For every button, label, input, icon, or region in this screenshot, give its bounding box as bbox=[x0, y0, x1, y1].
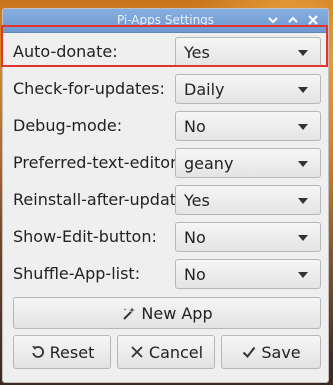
setting-label: Show-Edit-button: bbox=[13, 227, 157, 246]
settings-window: Pi-Apps Settings Auto-donate: Yes Check-… bbox=[2, 8, 329, 383]
maximize-button[interactable] bbox=[285, 12, 301, 28]
setting-label: Preferred-text-editor: bbox=[13, 153, 182, 172]
setting-dropdown-check-for-updates[interactable]: Daily bbox=[175, 74, 321, 104]
setting-dropdown-debug-mode[interactable]: No bbox=[175, 111, 321, 141]
minimize-button[interactable] bbox=[265, 12, 281, 28]
setting-dropdown-preferred-text-editor[interactable]: geany bbox=[175, 148, 321, 178]
dropdown-value: No bbox=[184, 117, 206, 136]
dropdown-value: No bbox=[184, 265, 206, 284]
setting-dropdown-reinstall-after-update[interactable]: Yes bbox=[175, 185, 321, 215]
dropdown-arrow-icon bbox=[298, 50, 308, 56]
new-app-button[interactable]: New App bbox=[13, 297, 321, 329]
setting-row-debug-mode: Debug-mode: No bbox=[13, 111, 325, 141]
dropdown-value: No bbox=[184, 228, 206, 247]
reset-button[interactable]: Reset bbox=[13, 335, 111, 369]
setting-row-preferred-text-editor: Preferred-text-editor: geany bbox=[13, 148, 325, 178]
magic-wand-icon bbox=[123, 307, 136, 320]
setting-row-auto-donate: Auto-donate: Yes bbox=[13, 37, 325, 67]
dropdown-arrow-icon bbox=[298, 272, 308, 278]
title-bar[interactable]: Pi-Apps Settings bbox=[3, 9, 328, 33]
save-label: Save bbox=[261, 342, 301, 362]
close-icon bbox=[131, 346, 143, 358]
dropdown-arrow-icon bbox=[298, 87, 308, 93]
new-app-label: New App bbox=[141, 303, 213, 323]
setting-row-check-for-updates: Check-for-updates: Daily bbox=[13, 74, 325, 104]
setting-dropdown-shuffle-app-list[interactable]: No bbox=[175, 259, 321, 289]
setting-row-shuffle-app-list: Shuffle-App-list: No bbox=[13, 259, 325, 289]
setting-dropdown-auto-donate[interactable]: Yes bbox=[175, 37, 321, 67]
checkmark-icon bbox=[243, 346, 256, 359]
close-button[interactable] bbox=[305, 12, 321, 28]
dropdown-arrow-icon bbox=[298, 161, 308, 167]
dropdown-value: geany bbox=[184, 154, 234, 173]
dropdown-arrow-icon bbox=[298, 124, 308, 130]
cancel-button[interactable]: Cancel bbox=[117, 335, 215, 369]
setting-label: Debug-mode: bbox=[13, 116, 123, 135]
dropdown-arrow-icon bbox=[298, 235, 308, 241]
setting-row-show-edit-button: Show-Edit-button: No bbox=[13, 222, 325, 252]
chevron-down-icon bbox=[268, 17, 278, 24]
setting-label: Check-for-updates: bbox=[13, 79, 165, 98]
setting-row-reinstall-after-update: Reinstall-after-update: Yes bbox=[13, 185, 325, 215]
dropdown-value: Yes bbox=[184, 43, 210, 62]
chevron-up-icon bbox=[288, 16, 298, 23]
dropdown-value: Yes bbox=[184, 191, 210, 210]
save-button[interactable]: Save bbox=[221, 335, 321, 369]
setting-label: Auto-donate: bbox=[13, 42, 118, 61]
setting-label: Shuffle-App-list: bbox=[13, 264, 141, 283]
cancel-label: Cancel bbox=[148, 342, 204, 362]
dropdown-arrow-icon bbox=[298, 198, 308, 204]
close-icon bbox=[308, 15, 318, 25]
reset-icon bbox=[31, 346, 44, 358]
dropdown-value: Daily bbox=[184, 80, 225, 99]
setting-label: Reinstall-after-update: bbox=[13, 190, 192, 209]
setting-dropdown-show-edit-button[interactable]: No bbox=[175, 222, 321, 252]
reset-label: Reset bbox=[49, 342, 95, 362]
